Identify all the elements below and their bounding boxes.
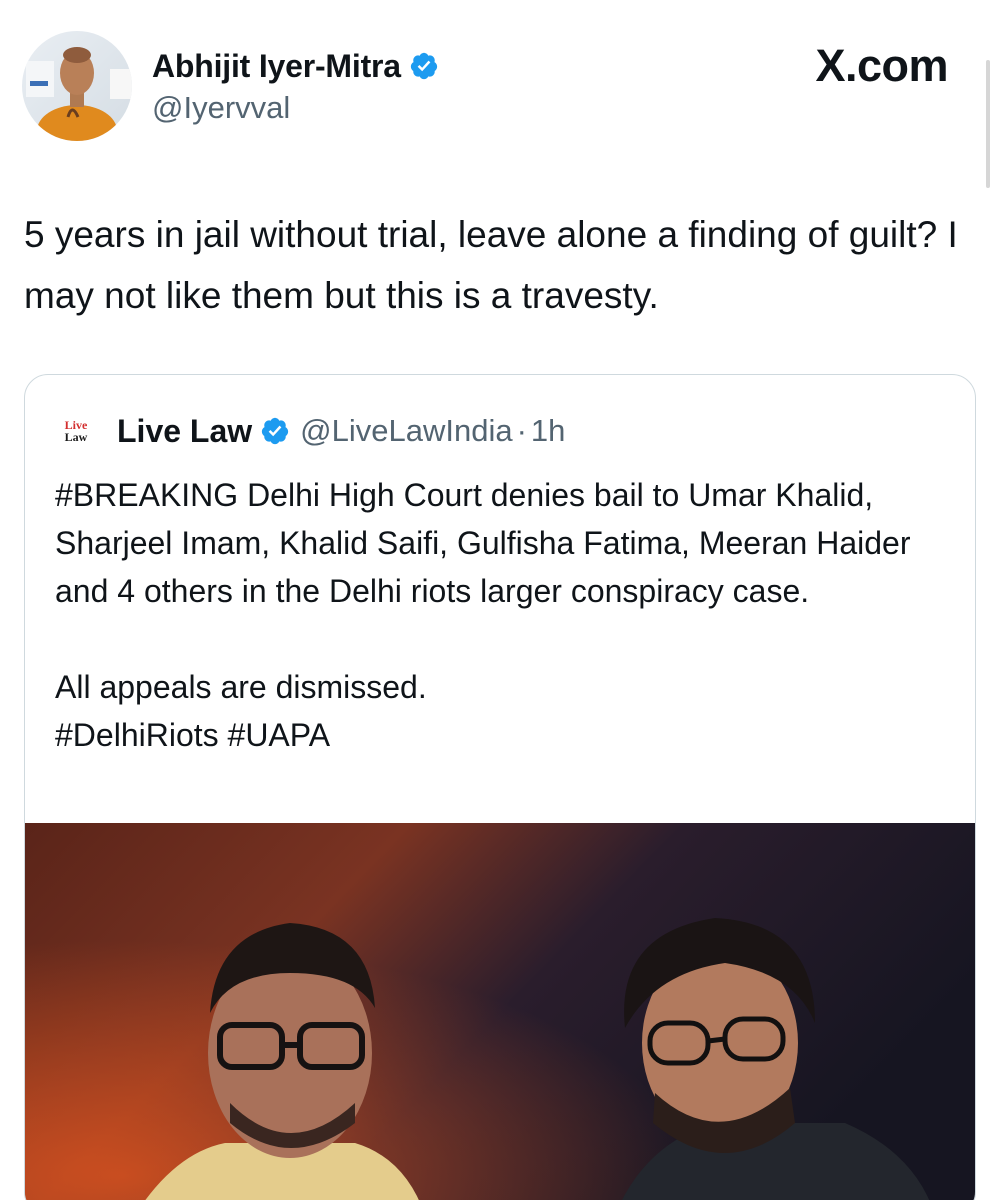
verified-badge-icon (262, 417, 289, 445)
author-handle[interactable]: @Iyervval (152, 90, 290, 126)
quoted-tweet-image[interactable] (25, 823, 975, 1200)
site-logo-text: X.com (815, 40, 948, 91)
quoted-author-name[interactable]: Live Law (117, 413, 252, 450)
quoted-timestamp[interactable]: 1h (531, 413, 565, 449)
separator-dot: · (516, 413, 527, 448)
scrollbar[interactable] (986, 60, 990, 188)
livelaw-logo-bottom: Law (64, 430, 88, 444)
author-name[interactable]: Abhijit Iyer-Mitra (152, 48, 401, 85)
livelaw-logo[interactable]: Live Law (55, 410, 97, 452)
quoted-tweet-card[interactable]: Live Law Live Law @LiveLawIndia · 1h #BR… (24, 374, 976, 1200)
author-name-row[interactable]: Abhijit Iyer-Mitra (152, 44, 439, 88)
tweet-text: 5 years in jail without trial, leave alo… (24, 214, 958, 316)
author-avatar[interactable] (22, 31, 132, 141)
quoted-tweet-header: Live Law Live Law @LiveLawIndia · 1h (55, 409, 565, 453)
verified-badge-icon (410, 52, 437, 80)
quoted-author-handle[interactable]: @LiveLawIndia (300, 413, 512, 449)
quoted-tweet-text: #BREAKING Delhi High Court denies bail t… (55, 477, 911, 753)
